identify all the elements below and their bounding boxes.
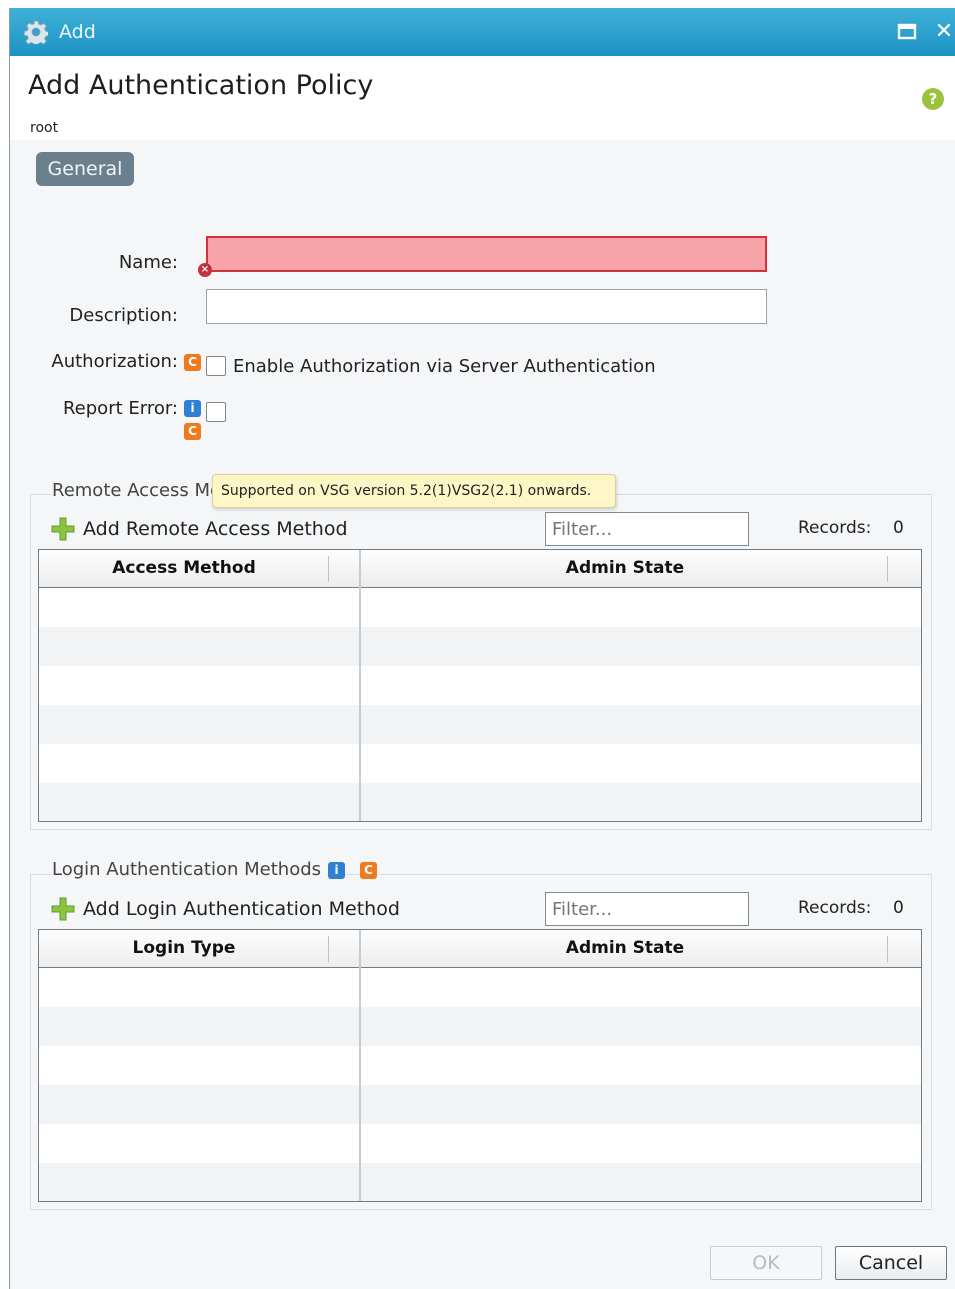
column-header-access-method[interactable]: Access Method [39,550,329,587]
add-remote-access-button[interactable]: Add Remote Access Method [83,518,348,540]
name-input[interactable] [206,236,767,272]
tab-general[interactable]: General [36,152,134,186]
column-header-admin-state[interactable]: Admin State [361,550,889,587]
table-row[interactable] [39,1085,921,1124]
table-row[interactable] [39,627,921,666]
report-error-label: Report Error: [62,398,178,419]
dialog-header: Add Authentication Policy root ? [10,56,955,140]
authorization-checkbox[interactable] [206,356,226,376]
table-header: Login Type Admin State [39,930,921,968]
c-badge-icon: C [184,423,201,440]
table-row[interactable] [39,1007,921,1046]
records-label: Records: [798,518,872,538]
remote-access-filter-input[interactable] [545,512,749,546]
table-row[interactable] [39,1163,921,1201]
column-divider[interactable] [359,930,361,1201]
close-icon[interactable]: ✕ [932,18,955,46]
error-icon: × [198,263,212,277]
login-auth-table: Login Type Admin State [38,929,922,1202]
column-header-login-type[interactable]: Login Type [39,930,329,967]
table-row[interactable] [39,1046,921,1085]
plus-icon[interactable] [50,896,76,922]
dialog-titlebar[interactable]: Add ✕ [10,8,955,56]
table-row[interactable] [39,744,921,783]
login-auth-filter-input[interactable] [545,892,749,926]
table-row[interactable] [39,666,921,705]
records-count: 0 [893,898,904,918]
login-auth-title: Login Authentication Methods [52,859,328,880]
ok-button[interactable]: OK [710,1246,822,1280]
report-error-checkbox[interactable] [206,402,226,422]
records-label: Records: [798,898,872,918]
records-count: 0 [893,518,904,538]
description-input[interactable] [206,289,767,324]
remote-access-table: Access Method Admin State [38,549,922,822]
add-dialog: Add ✕ Add Authentication Policy root ? G… [9,8,955,1289]
gear-icon [24,20,48,44]
remote-access-title: Remote Access Me [52,480,228,501]
table-row[interactable] [39,588,921,627]
maximize-icon[interactable] [896,22,918,42]
description-label: Description: [69,305,178,326]
info-icon[interactable]: i [328,862,345,879]
cancel-button[interactable]: Cancel [835,1246,947,1280]
dialog-footer: OK Cancel [10,1218,955,1289]
c-badge-icon: C [184,354,201,371]
help-icon[interactable]: ? [922,88,944,110]
add-login-auth-button[interactable]: Add Login Authentication Method [83,898,400,920]
info-icon[interactable]: i [184,400,201,417]
c-badge-icon: C [360,862,377,879]
table-header: Access Method Admin State [39,550,921,588]
breadcrumb: root [30,120,59,136]
table-row[interactable] [39,968,921,1007]
table-row[interactable] [39,1124,921,1163]
version-tooltip: Supported on VSG version 5.2(1)VSG2(2.1)… [212,474,616,508]
plus-icon[interactable] [50,516,76,542]
authorization-label: Authorization: [51,351,178,372]
column-divider[interactable] [359,550,361,821]
page-title: Add Authentication Policy [28,70,374,101]
authorization-checkbox-label: Enable Authorization via Server Authenti… [233,356,656,377]
column-header-admin-state[interactable]: Admin State [361,930,889,967]
table-row[interactable] [39,705,921,744]
name-label: Name: [118,252,178,273]
table-row[interactable] [39,783,921,821]
dialog-title: Add [59,21,96,43]
